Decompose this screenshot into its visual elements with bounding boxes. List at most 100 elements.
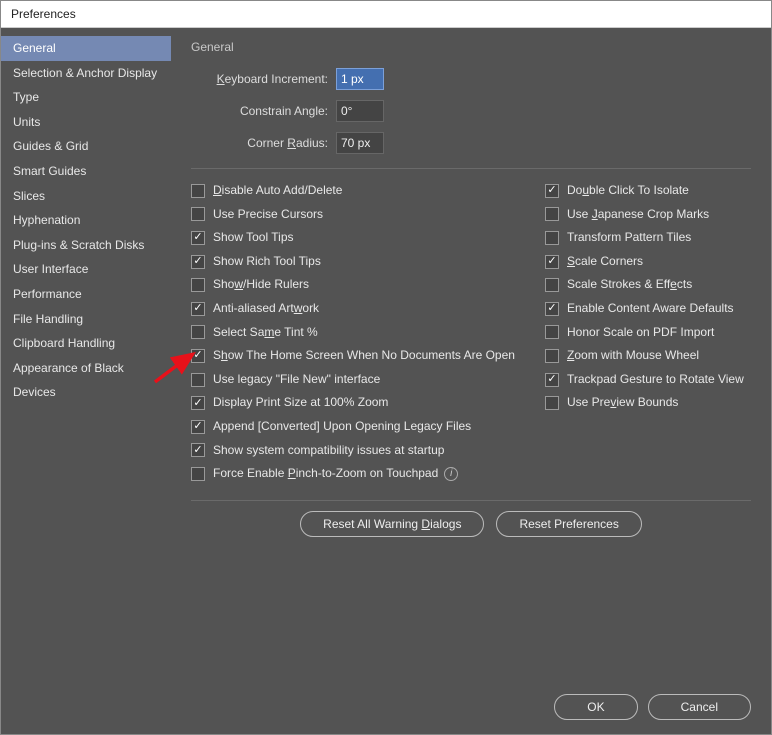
checkbox-icon [191, 443, 205, 457]
checkbox-icon [545, 255, 559, 269]
checkbox-label: Display Print Size at 100% Zoom [213, 395, 388, 411]
checkbox-icon [191, 467, 205, 481]
checkbox-option[interactable]: Double Click To Isolate [545, 179, 744, 203]
checkbox-icon [191, 278, 205, 292]
sidebar-item[interactable]: File Handling [1, 307, 171, 332]
checkbox-label: Use Preview Bounds [567, 395, 678, 411]
keyboard-increment-input[interactable] [336, 68, 384, 90]
checkbox-label: Scale Corners [567, 254, 643, 270]
checkbox-label: Append [Converted] Upon Opening Legacy F… [213, 419, 471, 435]
sidebar-item[interactable]: User Interface [1, 257, 171, 282]
checkbox-label: Use legacy "File New" interface [213, 372, 380, 388]
divider [191, 168, 751, 169]
sidebar-item[interactable]: Devices [1, 380, 171, 405]
checkbox-option[interactable]: Use Preview Bounds [545, 391, 744, 415]
checkbox-option[interactable]: Anti-aliased Artwork [191, 297, 521, 321]
checkbox-icon [191, 184, 205, 198]
checkbox-column-left: Disable Auto Add/Delete Use Precise Curso… [191, 179, 521, 486]
sidebar-item[interactable]: Units [1, 110, 171, 135]
checkbox-icon [191, 420, 205, 434]
field-corner-radius: Corner Radius: [191, 132, 751, 154]
checkbox-label: Anti-aliased Artwork [213, 301, 319, 317]
reset-preferences-button[interactable]: Reset Preferences [496, 511, 641, 537]
sidebar-item[interactable]: Smart Guides [1, 159, 171, 184]
checkbox-icon [545, 184, 559, 198]
checkbox-option[interactable]: Show/Hide Rulers [191, 273, 521, 297]
checkbox-icon [191, 396, 205, 410]
divider [191, 500, 751, 501]
field-label: Corner Radius: [191, 136, 336, 150]
sidebar-item[interactable]: Slices [1, 184, 171, 209]
checkbox-label: Enable Content Aware Defaults [567, 301, 734, 317]
checkbox-option[interactable]: Show system compatibility issues at star… [191, 439, 521, 463]
panel-title: General [191, 40, 751, 54]
footer-buttons: OK Cancel [554, 694, 751, 720]
checkbox-option[interactable]: Enable Content Aware Defaults [545, 297, 744, 321]
sidebar-item[interactable]: Guides & Grid [1, 134, 171, 159]
panel-buttons: Reset All Warning Dialogs Reset Preferen… [191, 511, 751, 537]
checkbox-option[interactable]: Use legacy "File New" interface [191, 368, 521, 392]
checkbox-label: Disable Auto Add/Delete [213, 183, 342, 199]
checkbox-option[interactable]: Show Rich Tool Tips [191, 250, 521, 274]
checkbox-option[interactable]: Append [Converted] Upon Opening Legacy F… [191, 415, 521, 439]
checkbox-label: Transform Pattern Tiles [567, 230, 691, 246]
checkbox-icon [191, 325, 205, 339]
checkbox-option[interactable]: Show Tool Tips [191, 226, 521, 250]
checkbox-label: Trackpad Gesture to Rotate View [567, 372, 744, 388]
checkbox-label: Scale Strokes & Effects [567, 277, 692, 293]
checkbox-icon [545, 396, 559, 410]
sidebar-item[interactable]: Performance [1, 282, 171, 307]
checkbox-label: Zoom with Mouse Wheel [567, 348, 699, 364]
info-icon[interactable]: i [444, 467, 458, 481]
cancel-button[interactable]: Cancel [648, 694, 751, 720]
checkbox-label: Use Precise Cursors [213, 207, 323, 223]
checkbox-icon [545, 278, 559, 292]
sidebar-item[interactable]: Plug-ins & Scratch Disks [1, 233, 171, 258]
checkbox-option[interactable]: Show The Home Screen When No Documents A… [191, 344, 521, 368]
checkbox-icon [545, 207, 559, 221]
reset-warning-dialogs-button[interactable]: Reset All Warning Dialogs [300, 511, 484, 537]
checkbox-icon [191, 231, 205, 245]
checkbox-column-right: Double Click To IsolateUse Japanese Crop… [545, 179, 744, 486]
checkbox-label: Show Rich Tool Tips [213, 254, 321, 270]
checkbox-option[interactable]: Disable Auto Add/Delete [191, 179, 521, 203]
sidebar-item[interactable]: Type [1, 85, 171, 110]
checkbox-option[interactable]: Zoom with Mouse Wheel [545, 344, 744, 368]
checkbox-icon [191, 349, 205, 363]
sidebar-item[interactable]: Hyphenation [1, 208, 171, 233]
checkbox-label: Show Tool Tips [213, 230, 294, 246]
main-panel: General Keyboard Increment: Constrain An… [171, 28, 771, 734]
checkbox-icon [191, 207, 205, 221]
sidebar-item[interactable]: Selection & Anchor Display [1, 61, 171, 86]
sidebar-item[interactable]: General [1, 36, 171, 61]
ok-button[interactable]: OK [554, 694, 637, 720]
checkbox-label: Honor Scale on PDF Import [567, 325, 714, 341]
checkbox-option[interactable]: Trackpad Gesture to Rotate View [545, 368, 744, 392]
checkbox-option[interactable]: Scale Corners [545, 250, 744, 274]
button-label: Reset All Warning Dialogs [323, 517, 461, 531]
checkbox-option[interactable]: Honor Scale on PDF Import [545, 321, 744, 345]
checkbox-option[interactable]: Scale Strokes & Effects [545, 273, 744, 297]
checkbox-option[interactable]: Select Same Tint % [191, 321, 521, 345]
field-label: Constrain Angle: [191, 104, 336, 118]
checkbox-icon [191, 302, 205, 316]
sidebar-item[interactable]: Appearance of Black [1, 356, 171, 381]
checkbox-label: Force Enable Pinch-to-Zoom on Touchpad [213, 466, 438, 482]
field-constrain-angle: Constrain Angle: [191, 100, 751, 122]
constrain-angle-input[interactable] [336, 100, 384, 122]
field-keyboard-increment: Keyboard Increment: [191, 68, 751, 90]
sidebar-item[interactable]: Clipboard Handling [1, 331, 171, 356]
checkbox-option[interactable]: Force Enable Pinch-to-Zoom on Touchpad i [191, 462, 521, 486]
window-title: Preferences [1, 1, 771, 28]
checkbox-option[interactable]: Use Japanese Crop Marks [545, 203, 744, 227]
sidebar: GeneralSelection & Anchor DisplayTypeUni… [1, 28, 171, 734]
checkbox-option[interactable]: Use Precise Cursors [191, 203, 521, 227]
field-label: Keyboard Increment: [191, 72, 336, 86]
checkbox-option[interactable]: Display Print Size at 100% Zoom [191, 391, 521, 415]
corner-radius-input[interactable] [336, 132, 384, 154]
checkbox-option[interactable]: Transform Pattern Tiles [545, 226, 744, 250]
checkbox-area: Disable Auto Add/Delete Use Precise Curso… [191, 179, 751, 486]
checkbox-icon [191, 373, 205, 387]
preferences-window: Preferences GeneralSelection & Anchor Di… [0, 0, 772, 735]
checkbox-icon [545, 231, 559, 245]
